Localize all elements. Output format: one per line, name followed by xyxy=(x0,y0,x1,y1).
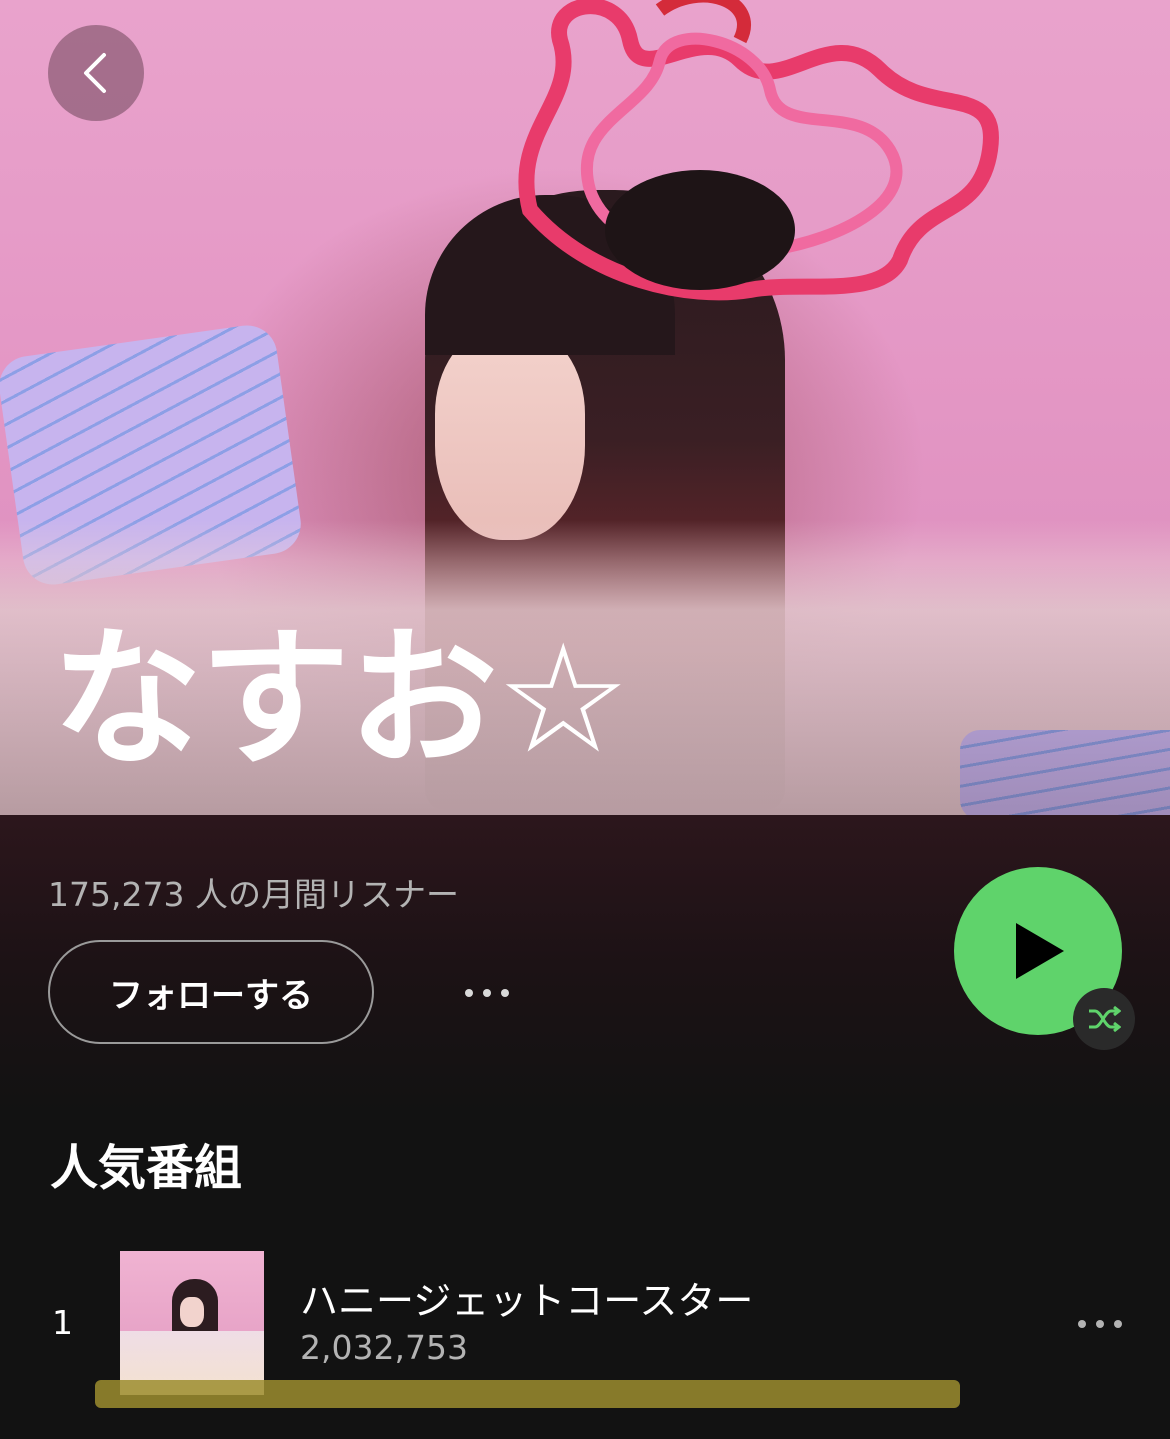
play-icon xyxy=(1016,923,1064,979)
photo-crown xyxy=(518,0,999,301)
more-horizontal-icon xyxy=(465,989,509,997)
highlight-annotation xyxy=(95,1380,960,1408)
track-more-button[interactable] xyxy=(1070,1304,1130,1344)
photo-face xyxy=(435,330,585,540)
track-play-count: 2,032,753 xyxy=(300,1328,468,1367)
artist-name: なすお☆ xyxy=(52,613,630,787)
cover-art-face xyxy=(180,1297,204,1327)
monthly-listeners: 175,273 人の月間リスナー xyxy=(48,875,459,914)
track-title[interactable]: ハニージェットコースター xyxy=(300,1270,753,1325)
shuffle-button[interactable] xyxy=(1073,988,1135,1050)
shuffle-icon xyxy=(1089,1005,1121,1033)
track-cover-art xyxy=(120,1251,264,1395)
chevron-left-icon xyxy=(84,53,106,93)
popular-section-title: 人気番組 xyxy=(50,1140,243,1196)
back-button[interactable] xyxy=(48,25,144,121)
more-horizontal-icon xyxy=(1078,1320,1122,1328)
track-index: 1 xyxy=(52,1303,73,1342)
artist-more-button[interactable] xyxy=(452,968,522,1018)
follow-button[interactable]: フォローする xyxy=(48,940,374,1044)
